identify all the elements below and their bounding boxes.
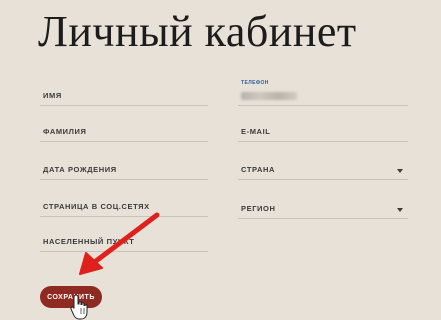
annotation-overlay [70, 212, 160, 320]
hand-pointer-icon [70, 294, 88, 320]
red-arrow-annotation [79, 212, 160, 275]
